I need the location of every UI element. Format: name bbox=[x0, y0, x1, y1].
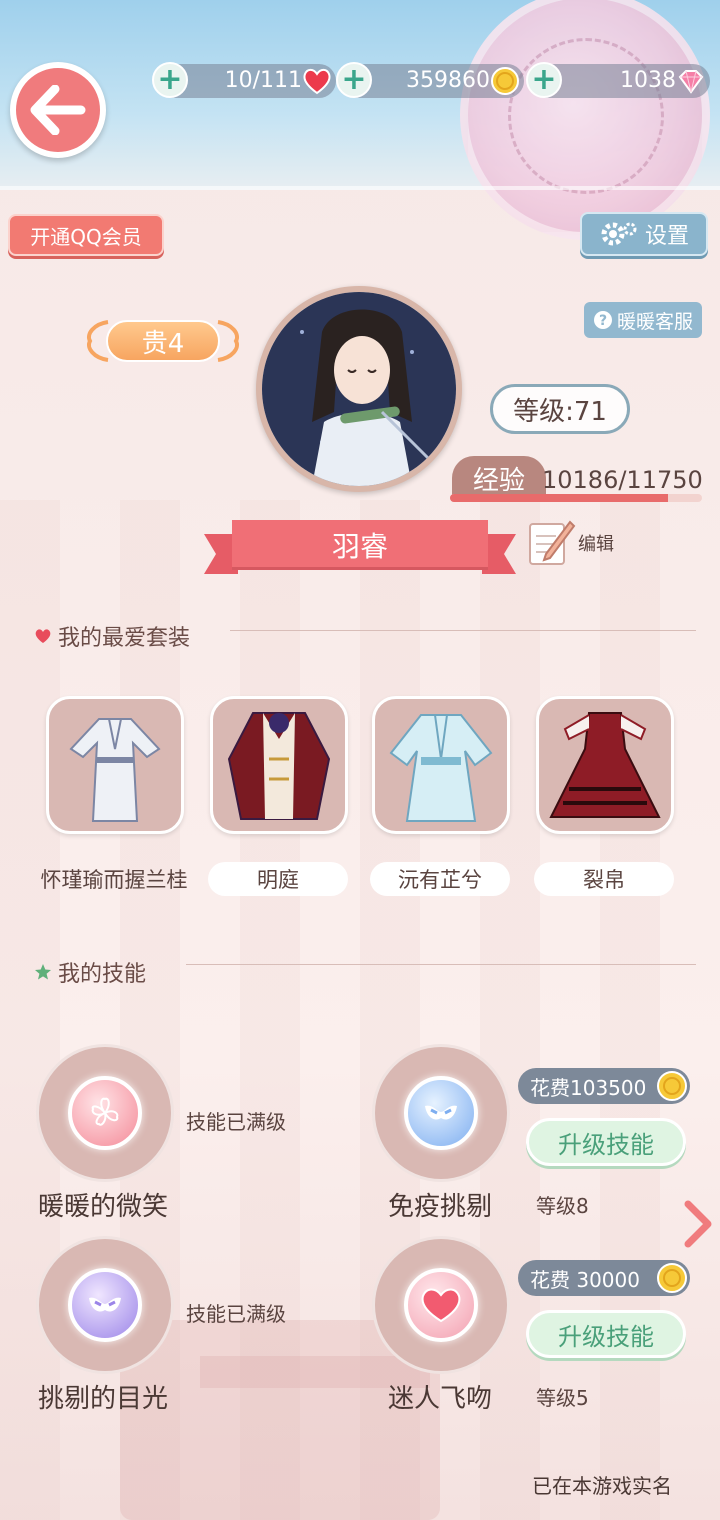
outfit-image bbox=[389, 714, 493, 822]
settings-button[interactable]: 设置 bbox=[580, 212, 708, 256]
upgrade-label-2: 升级技能 bbox=[558, 1130, 654, 1159]
outfit-name-4: 裂帛 bbox=[534, 862, 674, 896]
question-icon: ? bbox=[593, 311, 612, 329]
vip-badge[interactable]: 贵4 bbox=[84, 314, 242, 368]
skill-status-3: 技能已满级 bbox=[186, 1302, 286, 1326]
heart-icon bbox=[35, 629, 51, 643]
outfit-card-4[interactable] bbox=[536, 696, 674, 834]
exp-progress-bar bbox=[450, 494, 702, 502]
gold-coin-icon bbox=[657, 1071, 687, 1101]
skill-cost-2: 花费103500 bbox=[518, 1068, 690, 1104]
outfit-name-3: 沅有芷兮 bbox=[370, 862, 510, 896]
outfit-image bbox=[227, 712, 331, 820]
diamond-icon bbox=[678, 70, 704, 94]
skills-divider bbox=[186, 964, 696, 965]
outfit-name-2: 明庭 bbox=[208, 862, 348, 896]
skills-title-text: 我的技能 bbox=[58, 962, 147, 987]
edit-pencil-icon bbox=[529, 520, 576, 565]
sakura-icon bbox=[68, 1076, 142, 1150]
svg-text:?: ? bbox=[599, 313, 607, 329]
favorites-title-text: 我的最爱套装 bbox=[58, 626, 191, 651]
outfit-image bbox=[549, 712, 661, 818]
outfit-image bbox=[69, 718, 161, 822]
heart-icon bbox=[303, 68, 331, 95]
skill-icon-gaze[interactable] bbox=[36, 1236, 174, 1374]
skill-icon-kiss[interactable] bbox=[372, 1236, 510, 1374]
heart-icon bbox=[404, 1268, 478, 1342]
exp-progress-fill bbox=[450, 494, 669, 502]
mask-icon bbox=[68, 1268, 142, 1342]
outfit-card-3[interactable] bbox=[372, 696, 510, 834]
player-level: 等级:71 bbox=[490, 384, 630, 434]
skill-cost-2-text: 花费103500 bbox=[530, 1075, 647, 1100]
qq-member-button[interactable]: 开通QQ会员 bbox=[8, 214, 164, 256]
gear-icon bbox=[601, 222, 637, 246]
back-button[interactable] bbox=[10, 62, 106, 158]
gold-counter: + 359860 bbox=[336, 62, 524, 98]
skill-icon-immune[interactable] bbox=[372, 1044, 510, 1182]
name-ribbon: 羽睿 bbox=[204, 520, 516, 574]
header-divider bbox=[0, 186, 720, 190]
upgrade-label-4: 升级技能 bbox=[558, 1322, 654, 1351]
customer-service-button[interactable]: ? 暖暖客服 bbox=[584, 302, 702, 338]
skill-icon-smile[interactable] bbox=[36, 1044, 174, 1182]
exp-value: 10186/11750 bbox=[542, 466, 703, 494]
skill-name-4: 迷人飞吻 bbox=[388, 1384, 493, 1414]
outfit-card-1[interactable] bbox=[46, 696, 184, 834]
settings-label: 设置 bbox=[644, 224, 689, 249]
skill-name-3: 挑剔的目光 bbox=[38, 1384, 169, 1414]
upgrade-skill-button-2[interactable]: 升级技能 bbox=[526, 1118, 686, 1166]
favorites-title: 我的最爱套装 bbox=[34, 620, 190, 652]
diamond-counter: + 1038 bbox=[526, 62, 710, 98]
customer-service-label: 暖暖客服 bbox=[616, 310, 693, 333]
skill-name-2: 免疫挑剔 bbox=[388, 1192, 493, 1222]
upgrade-skill-button-4[interactable]: 升级技能 bbox=[526, 1310, 686, 1358]
skill-status-1: 技能已满级 bbox=[186, 1110, 286, 1134]
stamina-value: 10/111 bbox=[224, 68, 302, 93]
add-stamina-button[interactable]: + bbox=[152, 62, 188, 98]
player-name: 羽睿 bbox=[232, 520, 488, 570]
skill-level-2: 等级8 bbox=[536, 1194, 589, 1218]
add-gold-button[interactable]: + bbox=[336, 62, 372, 98]
gold-coin-icon bbox=[657, 1263, 687, 1293]
add-diamond-button[interactable]: + bbox=[526, 62, 562, 98]
favorites-divider bbox=[230, 630, 696, 631]
skill-cost-4-text: 花费 30000 bbox=[530, 1267, 640, 1292]
qq-member-label: 开通QQ会员 bbox=[30, 224, 142, 249]
avatar[interactable] bbox=[256, 286, 462, 492]
skill-cost-4: 花费 30000 bbox=[518, 1260, 690, 1296]
gold-value: 359860 bbox=[406, 68, 490, 93]
skill-level-4: 等级5 bbox=[536, 1386, 589, 1410]
edit-name-button[interactable]: 编辑 bbox=[526, 510, 630, 570]
diamond-value: 1038 bbox=[620, 68, 676, 93]
arrow-left-icon bbox=[30, 85, 86, 135]
stamina-counter: + 10/111 bbox=[152, 62, 336, 98]
realname-status: 已在本游戏实名 bbox=[532, 1474, 672, 1498]
skills-title: 我的技能 bbox=[34, 956, 146, 988]
winged-mask-icon bbox=[404, 1076, 478, 1150]
edit-label: 编辑 bbox=[578, 534, 614, 555]
chevron-right-icon[interactable] bbox=[680, 1198, 716, 1250]
vip-level-text: 贵4 bbox=[106, 320, 220, 362]
decorative-orb bbox=[460, 0, 710, 240]
character-portrait bbox=[262, 292, 456, 486]
outfit-name-1: 怀瑾瑜而握兰桂 bbox=[40, 868, 188, 892]
outfit-card-2[interactable] bbox=[210, 696, 348, 834]
skill-name-1: 暖暖的微笑 bbox=[38, 1192, 169, 1222]
gold-coin-icon bbox=[491, 67, 519, 95]
star-icon bbox=[35, 964, 51, 980]
